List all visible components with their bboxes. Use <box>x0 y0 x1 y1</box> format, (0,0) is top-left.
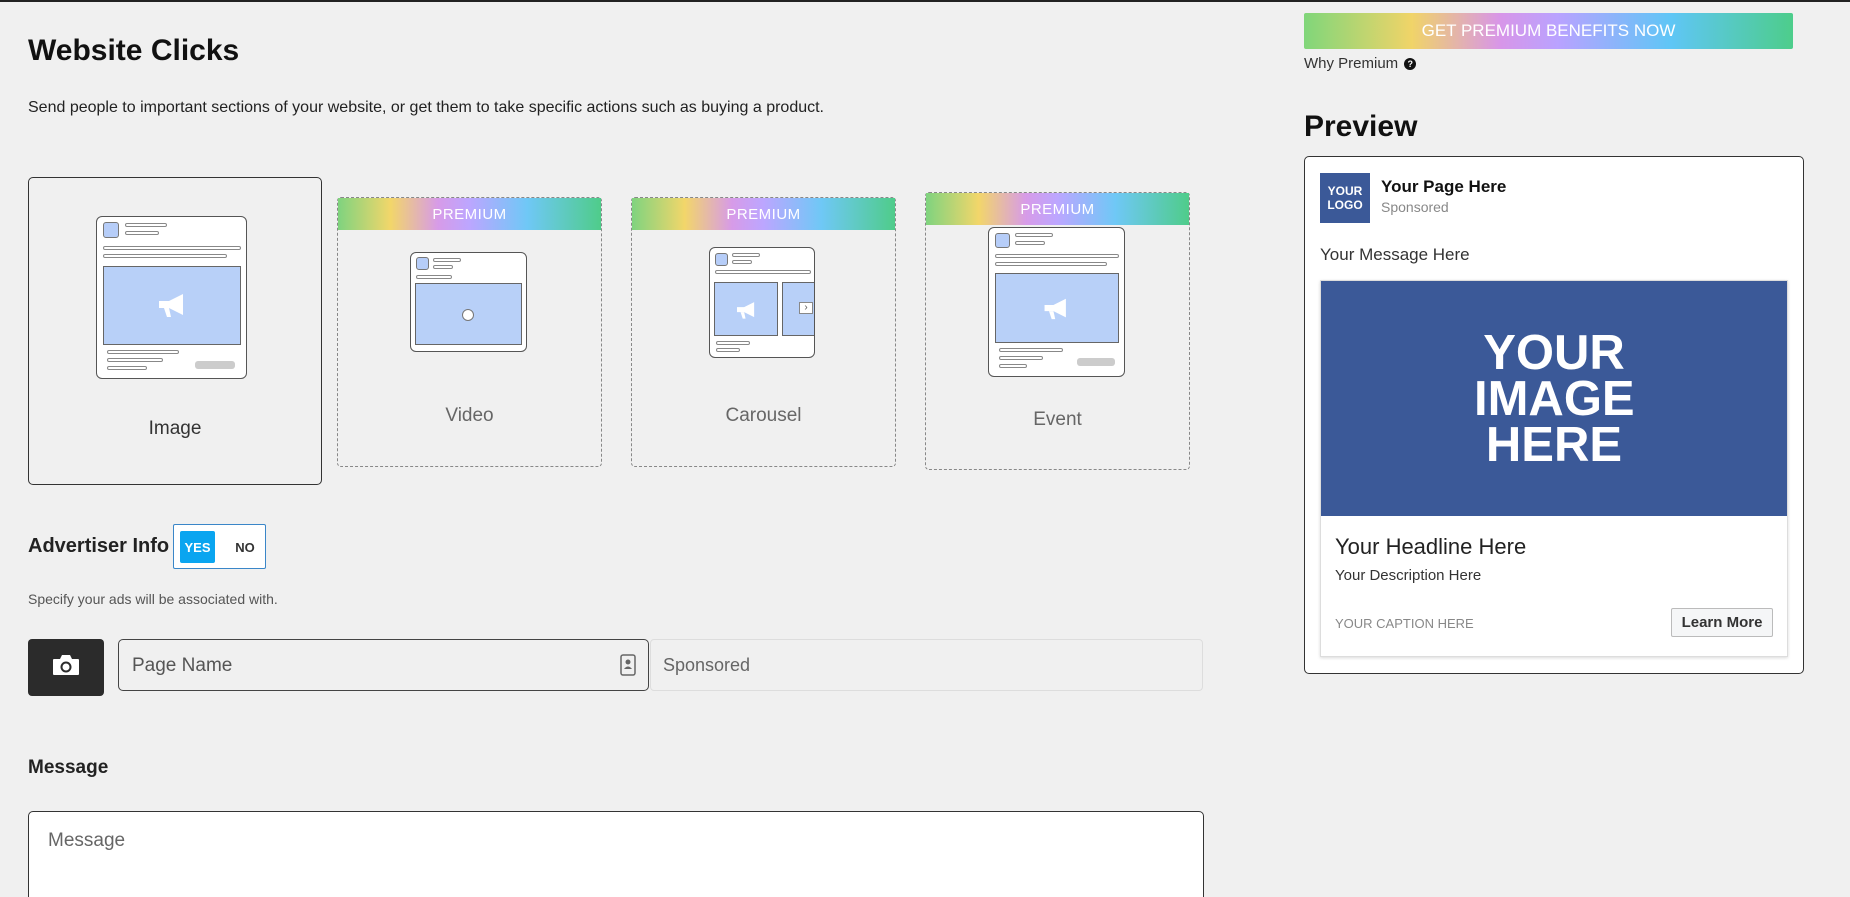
chevron-right-icon: › <box>799 302 813 314</box>
preview-headline: Your Headline Here <box>1335 534 1527 559</box>
help-question-icon[interactable]: ? <box>1404 57 1417 70</box>
advertiser-info-label: Advertiser Info <box>28 535 170 557</box>
format-card-video[interactable]: PREMIUM Video <box>337 197 602 467</box>
play-icon <box>462 309 474 321</box>
premium-badge: PREMIUM <box>632 198 895 230</box>
page-name-input[interactable]: Page Name <box>118 639 649 691</box>
format-label-image: Image <box>148 418 202 439</box>
advertiser-help-text: Specify your ads will be associated with… <box>28 591 278 607</box>
preview-title: Preview <box>1304 110 1418 143</box>
sponsored-field: Sponsored <box>650 639 1203 691</box>
toggle-no-option[interactable]: NO <box>229 531 261 563</box>
message-placeholder: Message <box>48 830 126 851</box>
image-ad-thumbnail <box>96 216 247 379</box>
format-label-event: Event <box>1033 409 1082 430</box>
get-premium-button[interactable]: GET PREMIUM BENEFITS NOW <box>1304 13 1793 49</box>
message-label: Message <box>28 757 109 778</box>
format-card-event[interactable]: PREMIUM Event <box>925 192 1190 470</box>
why-premium-label: Why Premium <box>1304 55 1399 72</box>
preview-description: Your Description Here <box>1335 567 1482 584</box>
preview-logo: YOUR LOGO <box>1320 173 1370 223</box>
ad-preview-card: YOUR LOGO Your Page Here Sponsored Your … <box>1304 156 1804 674</box>
video-ad-thumbnail <box>410 252 527 352</box>
megaphone-icon <box>734 300 760 320</box>
learn-more-button[interactable]: Learn More <box>1671 608 1773 637</box>
megaphone-icon <box>155 291 191 319</box>
preview-image-placeholder: YOUR IMAGE HERE <box>1321 281 1787 516</box>
megaphone-icon <box>1041 296 1073 321</box>
preview-ad-unit: YOUR IMAGE HERE Your Headline Here Your … <box>1320 280 1788 657</box>
toggle-yes-option[interactable]: YES <box>180 531 215 563</box>
preview-page-name: Your Page Here <box>1381 177 1507 196</box>
sponsored-field-text: Sponsored <box>663 655 751 675</box>
page-description: Send people to important sections of you… <box>28 99 824 116</box>
format-label-video: Video <box>445 405 494 426</box>
preview-message: Your Message Here <box>1320 245 1470 264</box>
format-card-image[interactable]: Image <box>28 177 322 485</box>
preview-caption: YOUR CAPTION HERE <box>1335 616 1474 631</box>
premium-badge: PREMIUM <box>926 193 1189 225</box>
camera-icon <box>51 653 81 682</box>
preview-sponsored: Sponsored <box>1381 199 1449 215</box>
format-label-carousel: Carousel <box>725 405 802 426</box>
page-name-placeholder: Page Name <box>132 655 233 676</box>
contact-card-icon <box>620 654 636 681</box>
why-premium-link[interactable]: Why Premium ? <box>1304 55 1417 72</box>
preview-image-text: YOUR IMAGE HERE <box>1474 325 1635 472</box>
format-card-carousel[interactable]: PREMIUM › Carousel <box>631 197 896 467</box>
carousel-ad-thumbnail: › <box>709 247 815 358</box>
advertiser-toggle[interactable]: YES NO <box>173 524 266 569</box>
event-ad-thumbnail <box>988 227 1125 377</box>
message-textarea[interactable]: Message <box>28 811 1204 897</box>
page-title: Website Clicks <box>28 34 240 67</box>
upload-photo-button[interactable] <box>28 639 104 696</box>
premium-badge: PREMIUM <box>338 198 601 230</box>
